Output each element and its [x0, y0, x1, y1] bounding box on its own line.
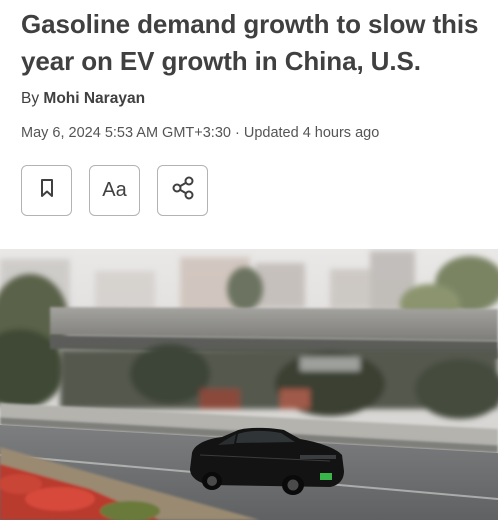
article-toolbar: Aa [21, 165, 225, 216]
photo-illustration [0, 249, 498, 520]
text-size-label: Aa [102, 179, 127, 201]
article-photo [0, 249, 498, 520]
byline-prefix: By [21, 90, 40, 107]
share-button[interactable] [157, 165, 208, 216]
bookmark-button[interactable] [21, 165, 72, 216]
byline: By Mohi Narayan [21, 90, 145, 108]
article-dateline: May 6, 2024 5:53 AM GMT+3:30 · Updated 4… [21, 125, 380, 141]
text-size-button[interactable]: Aa [89, 165, 140, 216]
author-link[interactable]: Mohi Narayan [43, 90, 145, 107]
article-headline: Gasoline demand growth to slow this year… [21, 9, 479, 76]
share-icon [170, 175, 196, 206]
bookmark-icon [39, 178, 55, 203]
